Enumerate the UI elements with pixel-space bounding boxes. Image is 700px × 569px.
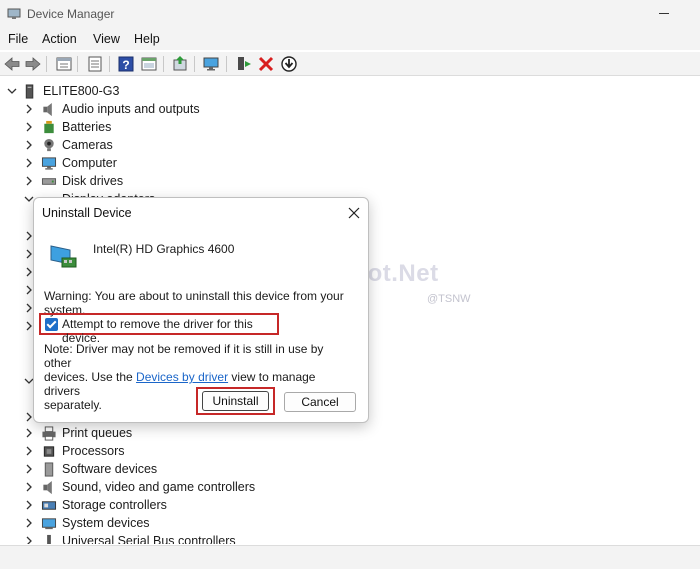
- system-device-icon: [41, 518, 57, 530]
- tree-item-usb[interactable]: Universal Serial Bus controllers: [0, 533, 400, 544]
- svg-text:?: ?: [122, 58, 129, 72]
- device-name: Intel(R) HD Graphics 4600: [93, 242, 235, 256]
- action-pane-icon[interactable]: [140, 55, 158, 73]
- download-driver-icon[interactable]: [280, 55, 298, 73]
- minimize-button[interactable]: [654, 5, 674, 21]
- chevron-right-icon[interactable]: [23, 480, 35, 494]
- chevron-right-icon[interactable]: [23, 426, 35, 440]
- forward-arrow-icon[interactable]: [24, 55, 42, 73]
- disk-drive-icon: [41, 178, 57, 185]
- menu-file[interactable]: File: [8, 32, 28, 46]
- uninstall-highlight: Uninstall: [196, 387, 275, 415]
- tree-root[interactable]: ELITE800-G3: [0, 83, 400, 101]
- cancel-button[interactable]: Cancel: [284, 392, 356, 412]
- remove-driver-checkbox[interactable]: [45, 318, 58, 331]
- tree-item-label: Computer: [62, 156, 117, 170]
- tree-item-label: Print queues: [62, 426, 133, 440]
- back-arrow-icon[interactable]: [3, 55, 21, 73]
- tree-item-audio[interactable]: Audio inputs and outputs: [0, 101, 400, 119]
- chevron-right-icon[interactable]: [23, 138, 35, 152]
- menu-help[interactable]: Help: [134, 32, 160, 46]
- device-manager-app-icon: [7, 8, 21, 19]
- webcam-icon: [44, 138, 54, 152]
- battery-icon: [44, 120, 54, 134]
- chevron-right-icon[interactable]: [23, 498, 35, 512]
- chevron-right-icon[interactable]: [23, 102, 35, 116]
- computer-tower-icon: [25, 84, 34, 99]
- chevron-right-icon[interactable]: [23, 156, 35, 170]
- title-bar: Device Manager: [0, 0, 700, 30]
- toolbar-separator: [46, 56, 47, 72]
- chevron-down-icon[interactable]: [6, 84, 18, 98]
- menu-action[interactable]: Action: [42, 32, 77, 46]
- printer-icon: [42, 426, 56, 441]
- sound-icon: [43, 480, 52, 495]
- tree-item-label: Audio inputs and outputs: [62, 102, 200, 116]
- toolbar-separator: [194, 56, 195, 72]
- chevron-right-icon[interactable]: [23, 516, 35, 530]
- tree-item-cameras[interactable]: Cameras: [0, 137, 400, 155]
- tree-item-label: Cameras: [62, 138, 113, 152]
- watermark-subtext: @TSNW: [427, 293, 471, 305]
- tree-item-system-devices[interactable]: System devices: [0, 515, 400, 533]
- tree-item-label: Sound, video and game controllers: [62, 480, 256, 494]
- tree-item-label: Software devices: [62, 462, 158, 476]
- chevron-right-icon[interactable]: [23, 120, 35, 134]
- tree-item-computer[interactable]: Computer: [0, 155, 400, 173]
- display-adapter-icon: [50, 245, 77, 268]
- tree-item-label: Universal Serial Bus controllers: [62, 534, 236, 544]
- uninstall-device-dialog: Uninstall Device Intel(R) HD Graphics 46…: [33, 197, 369, 423]
- uninstall-button[interactable]: Uninstall: [202, 391, 269, 411]
- devices-by-driver-link[interactable]: Devices by driver: [136, 370, 228, 384]
- tree-item-label: Disk drives: [62, 174, 124, 188]
- tree-item-software-devices[interactable]: Software devices: [0, 461, 400, 479]
- software-device-icon: [44, 462, 54, 477]
- chevron-right-icon[interactable]: [23, 462, 35, 476]
- tree-item-print-queues[interactable]: Print queues: [0, 425, 400, 443]
- update-driver-icon[interactable]: [171, 55, 189, 73]
- status-bar: [0, 545, 700, 569]
- tree-item-label: Storage controllers: [62, 498, 167, 512]
- tree-item-processors[interactable]: Processors: [0, 443, 400, 461]
- remove-driver-checkbox-label[interactable]: Attempt to remove the driver for this de…: [62, 317, 277, 345]
- tree-item-label: System devices: [62, 516, 150, 530]
- tree-root-label: ELITE800-G3: [43, 84, 120, 98]
- storage-controller-icon: [41, 501, 57, 510]
- tree-item-disk-drives[interactable]: Disk drives: [0, 173, 400, 191]
- properties-pane-icon[interactable]: [55, 55, 73, 73]
- close-icon[interactable]: [342, 202, 366, 224]
- dialog-title: Uninstall Device: [42, 206, 132, 220]
- chevron-right-icon[interactable]: [23, 174, 35, 188]
- note-line-3: separately.: [44, 398, 102, 412]
- toolbar-separator: [163, 56, 164, 72]
- menu-bar: File Action View Help: [0, 30, 700, 50]
- remove-driver-checkbox-row[interactable]: Attempt to remove the driver for this de…: [39, 313, 279, 345]
- toolbar-separator: [109, 56, 110, 72]
- tree-item-storage[interactable]: Storage controllers: [0, 497, 400, 515]
- scan-hardware-icon[interactable]: [202, 55, 220, 73]
- tree-item-sound[interactable]: Sound, video and game controllers: [0, 479, 400, 497]
- help-icon[interactable]: ?: [117, 55, 135, 73]
- toolbar-separator: [77, 56, 78, 72]
- toolbar: ?: [0, 52, 700, 76]
- note-line-1: Note: Driver may not be removed if it is…: [44, 342, 324, 370]
- tree-item-label: Processors: [62, 444, 125, 458]
- note-line-2-pre: devices. Use the: [44, 370, 137, 384]
- tree-item-batteries[interactable]: Batteries: [0, 119, 400, 137]
- tree-item-label: Batteries: [62, 120, 112, 134]
- uninstall-x-icon[interactable]: [257, 55, 275, 73]
- enable-device-icon[interactable]: [235, 55, 253, 73]
- toolbar-separator: [226, 56, 227, 72]
- processor-chip-icon: [43, 446, 55, 457]
- usb-icon: [47, 534, 51, 544]
- chevron-right-icon[interactable]: [23, 534, 35, 544]
- monitor-icon: [41, 157, 57, 170]
- menu-view[interactable]: View: [93, 32, 120, 46]
- window-title: Device Manager: [27, 7, 115, 21]
- speaker-icon: [43, 102, 52, 117]
- chevron-right-icon[interactable]: [23, 444, 35, 458]
- device-list-icon[interactable]: [86, 55, 104, 73]
